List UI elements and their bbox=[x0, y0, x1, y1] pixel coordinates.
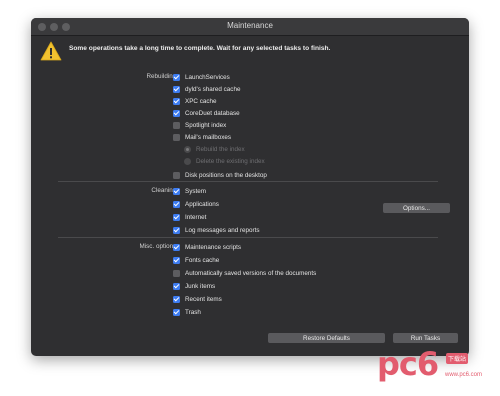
checkbox-label: Spotlight index bbox=[185, 121, 227, 129]
checkbox-dyld-shared-cache[interactable]: dyld's shared cache bbox=[173, 84, 240, 94]
checkbox-label: Applications bbox=[185, 200, 219, 208]
watermark: pc6 下载站 www.pc6.com bbox=[377, 346, 489, 388]
checkbox-label: Junk items bbox=[185, 282, 216, 290]
checkbox-label: Recent items bbox=[185, 295, 222, 303]
checkbox-spotlight-index[interactable]: Spotlight index bbox=[173, 120, 226, 130]
checkbox-unchecked-icon bbox=[173, 171, 180, 179]
options-button[interactable]: Options... bbox=[383, 203, 450, 213]
checkbox-fonts-cache[interactable]: Fonts cache bbox=[173, 255, 219, 265]
warning-message: Some operations take a long time to comp… bbox=[69, 45, 331, 52]
rebuilding-label: Rebuilding: bbox=[146, 73, 178, 80]
section-divider bbox=[58, 237, 438, 238]
checkbox-internet[interactable]: Internet bbox=[173, 212, 206, 222]
checkbox-label: XPC cache bbox=[185, 97, 217, 105]
checkbox-label: Automatically saved versions of the docu… bbox=[185, 269, 317, 277]
checkbox-coreduet-database[interactable]: CoreDuet database bbox=[173, 108, 240, 118]
misc-options-label: Misc. options: bbox=[139, 243, 179, 250]
checkbox-recent-items[interactable]: Recent items bbox=[173, 294, 222, 304]
checkbox-trash[interactable]: Trash bbox=[173, 307, 201, 317]
checkbox-unchecked-icon bbox=[173, 133, 180, 141]
checkbox-label: Maintenance scripts bbox=[185, 243, 241, 251]
checkbox-disk-positions[interactable]: Disk positions on the desktop bbox=[173, 170, 267, 180]
checkbox-checked-icon bbox=[173, 282, 180, 290]
checkbox-unchecked-icon bbox=[173, 121, 180, 129]
checkbox-launchservices[interactable]: LaunchServices bbox=[173, 72, 230, 82]
checkbox-label: Log messages and reports bbox=[185, 226, 260, 234]
checkbox-label: Trash bbox=[185, 308, 201, 316]
checkbox-junk-items[interactable]: Junk items bbox=[173, 281, 215, 291]
checkbox-checked-icon bbox=[173, 85, 180, 93]
checkbox-system[interactable]: System bbox=[173, 186, 206, 196]
checkbox-checked-icon bbox=[173, 200, 180, 208]
checkbox-checked-icon bbox=[173, 256, 180, 264]
checkbox-label: Disk positions on the desktop bbox=[185, 171, 267, 179]
checkbox-checked-icon bbox=[173, 226, 180, 234]
watermark-url: www.pc6.com bbox=[445, 372, 483, 378]
run-tasks-button[interactable]: Run Tasks bbox=[393, 333, 458, 343]
checkbox-checked-icon bbox=[173, 97, 180, 105]
maintenance-window: Maintenance Some operations take a long … bbox=[31, 18, 469, 356]
checkbox-checked-icon bbox=[173, 243, 180, 251]
title-bar: Maintenance bbox=[31, 18, 469, 36]
checkbox-autosaved-versions[interactable]: Automatically saved versions of the docu… bbox=[173, 268, 316, 278]
checkbox-checked-icon bbox=[173, 73, 180, 81]
radio-rebuild-index[interactable]: Rebuild the index bbox=[184, 144, 245, 154]
cleaning-label: Cleaning: bbox=[151, 187, 178, 194]
window-title: Maintenance bbox=[227, 21, 273, 30]
checkbox-checked-icon bbox=[173, 308, 180, 316]
checkbox-label: Fonts cache bbox=[185, 256, 220, 264]
restore-defaults-button[interactable]: Restore Defaults bbox=[268, 333, 385, 343]
checkbox-checked-icon bbox=[173, 213, 180, 221]
warning-icon bbox=[40, 41, 62, 61]
checkbox-checked-icon bbox=[173, 109, 180, 117]
watermark-badge: 下载站 bbox=[446, 353, 469, 364]
checkbox-checked-icon bbox=[173, 295, 180, 303]
watermark-logo: pc6 bbox=[377, 345, 439, 383]
section-divider bbox=[58, 181, 438, 182]
radio-label: Rebuild the index bbox=[196, 145, 245, 153]
checkbox-label: Internet bbox=[185, 213, 207, 221]
checkbox-maintenance-scripts[interactable]: Maintenance scripts bbox=[173, 242, 241, 252]
checkbox-checked-icon bbox=[173, 187, 180, 195]
checkbox-label: LaunchServices bbox=[185, 73, 230, 81]
radio-selected-icon bbox=[184, 145, 191, 153]
checkbox-label: System bbox=[185, 187, 206, 195]
checkbox-label: Mail's mailboxes bbox=[185, 133, 231, 141]
checkbox-applications[interactable]: Applications bbox=[173, 199, 219, 209]
checkbox-xpc-cache[interactable]: XPC cache bbox=[173, 96, 217, 106]
tasks-panel: Rebuilding: LaunchServices dyld's shared… bbox=[42, 72, 458, 340]
radio-unselected-icon bbox=[184, 157, 191, 165]
radio-delete-existing-index[interactable]: Delete the existing index bbox=[184, 156, 265, 166]
checkbox-label: dyld's shared cache bbox=[185, 85, 241, 93]
radio-label: Delete the existing index bbox=[196, 157, 265, 165]
checkbox-label: CoreDuet database bbox=[185, 109, 240, 117]
checkbox-mail-mailboxes[interactable]: Mail's mailboxes bbox=[173, 132, 231, 142]
checkbox-log-messages[interactable]: Log messages and reports bbox=[173, 225, 260, 235]
checkbox-unchecked-icon bbox=[173, 269, 180, 277]
